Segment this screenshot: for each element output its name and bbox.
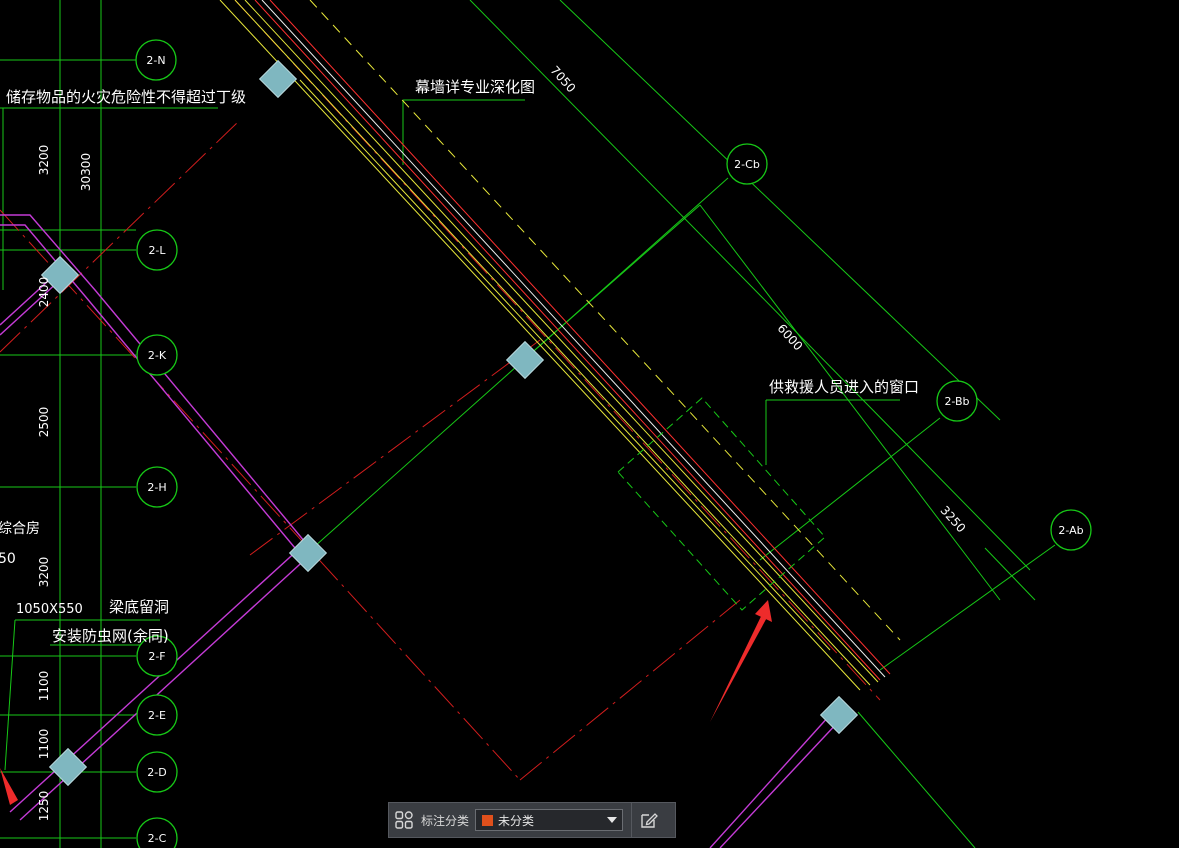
dimension-text: 3200 (37, 557, 51, 588)
axis-label: 2-Cb (734, 158, 760, 171)
axis-label: 2-N (146, 54, 165, 67)
dimension-text: 2500 (37, 407, 51, 438)
dimension-text: 1250 (37, 791, 51, 822)
dimension-text: 30300 (79, 153, 93, 191)
axis-labels: 2-N 2-L 2-K 2-H 2-F 2-E 2-D 2-C 2-Cb 2-B… (146, 54, 1083, 845)
axis-label: 2-E (148, 709, 166, 722)
chevron-down-icon (607, 817, 618, 823)
vertical-dimensions: 3200 30300 2400 2500 3200 1100 1100 1250 (37, 145, 93, 822)
dimension-text: 2400 (37, 277, 51, 308)
axis-label: 2-K (148, 349, 167, 362)
axis-label: 2-H (147, 481, 166, 494)
cad-drawing-canvas[interactable]: 2-N 2-L 2-K 2-H 2-F 2-E 2-D 2-C 2-Cb 2-B… (0, 0, 1179, 848)
axis-label: 2-Ab (1058, 524, 1083, 537)
dimension-text: 1100 (37, 729, 51, 760)
rescue-window-note: 供救援人员进入的窗口 (769, 378, 919, 396)
axis-label: 2-D (147, 766, 166, 779)
annotation-category-toolbar: 标注分类 未分类 (388, 802, 676, 838)
opening-note: 梁底留洞 (109, 598, 169, 616)
opening-note-2: 安装防虫网(余同) (52, 627, 169, 645)
dimension-text: 1100 (37, 671, 51, 702)
axis-label: 2-F (148, 650, 165, 663)
category-color-swatch (482, 814, 494, 826)
magenta-walls (0, 214, 841, 848)
dimension-text: 3200 (37, 145, 51, 176)
axis-bubbles-left[interactable] (135, 39, 1092, 848)
center-lines (0, 0, 881, 781)
curtain-wall-note: 幕墙详专业深化图 (415, 78, 535, 96)
category-label: 标注分类 (421, 813, 470, 828)
dimension-text: 3250 (938, 503, 969, 535)
diagonal-dimensions: 7050 6000 3250 (548, 63, 969, 535)
room-name-partial: 综合房 (0, 521, 40, 537)
fire-rating-note: 储存物品的火灾危险性不得超过丁级 (6, 88, 246, 106)
axis-label: 2-L (148, 244, 166, 257)
axis-label: 2-Bb (944, 395, 969, 408)
axis-label: 2-C (148, 832, 167, 845)
category-select[interactable]: 未分类 (475, 809, 624, 831)
opening-size: 1050X550 (16, 602, 83, 617)
grid-apps-icon[interactable] (389, 803, 419, 837)
dimension-text: 7050 (548, 63, 579, 95)
edit-icon[interactable] (631, 803, 666, 837)
size-partial: 50 (0, 551, 16, 567)
category-select-value: 未分类 (498, 813, 535, 828)
